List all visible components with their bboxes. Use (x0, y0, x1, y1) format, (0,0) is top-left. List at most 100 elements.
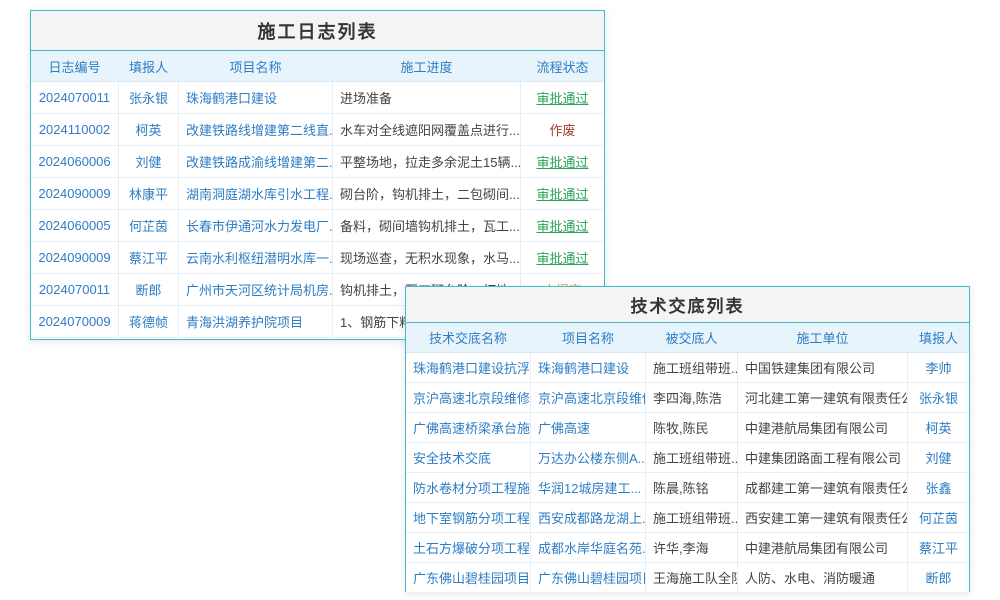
reporter-link[interactable]: 蔡江平 (907, 533, 969, 562)
disclosed-person-text: 李四海,陈浩 (645, 383, 737, 412)
project-name-link[interactable]: 成都水岸华庭名苑... (530, 533, 645, 562)
project-name-link[interactable]: 云南水利枢纽潜明水库一... (178, 242, 332, 273)
progress-text: 平整场地，拉走多余泥土15辆... (332, 146, 520, 177)
table-row: 2024090009 林康平 湖南洞庭湖水库引水工程... 砌台阶，钩机排土，二… (31, 178, 604, 210)
col-header-construction-unit: 施工单位 (737, 323, 907, 352)
reporter-link[interactable]: 张鑫 (907, 473, 969, 502)
project-name-link[interactable]: 广东佛山碧桂园项目 (530, 563, 645, 592)
reporter-link[interactable]: 林康平 (118, 178, 178, 209)
table-row: 土石方爆破分项工程... 成都水岸华庭名苑... 许华,李海 中建港航局集团有限… (406, 533, 969, 563)
col-header-disclosed-person: 被交底人 (645, 323, 737, 352)
reporter-link[interactable]: 断郎 (118, 274, 178, 305)
construction-unit-text: 西安建工第一建筑有限责任公司 (737, 503, 907, 532)
construction-unit-text: 中建集团路面工程有限公司 (737, 443, 907, 472)
reporter-link[interactable]: 断郎 (907, 563, 969, 592)
log-id-link[interactable]: 2024070009 (31, 306, 118, 337)
project-name-link[interactable]: 广佛高速 (530, 413, 645, 442)
log-id-link[interactable]: 2024070011 (31, 274, 118, 305)
construction-unit-text: 中建港航局集团有限公司 (737, 533, 907, 562)
construction-unit-text: 成都建工第一建筑有限责任公司 (737, 473, 907, 502)
reporter-link[interactable]: 蒋德帧 (118, 306, 178, 337)
col-header-reporter: 填报人 (907, 323, 969, 352)
disclosure-name-link[interactable]: 京沪高速北京段维修... (406, 383, 530, 412)
reporter-link[interactable]: 柯英 (118, 114, 178, 145)
disclosed-person-text: 施工班组带班... (645, 503, 737, 532)
table-row: 防水卷材分项工程施... 华润12城房建工... 陈晨,陈铭 成都建工第一建筑有… (406, 473, 969, 503)
reporter-link[interactable]: 柯英 (907, 413, 969, 442)
table-row: 2024110002 柯英 改建铁路线增建第二线直... 水车对全线遮阳网覆盖点… (31, 114, 604, 146)
log-id-link[interactable]: 2024110002 (31, 114, 118, 145)
table-header-row: 技术交底名称 项目名称 被交底人 施工单位 填报人 (406, 323, 969, 353)
table-row: 安全技术交底 万达办公楼东侧A... 施工班组带班... 中建集团路面工程有限公… (406, 443, 969, 473)
disclosure-name-link[interactable]: 防水卷材分项工程施... (406, 473, 530, 502)
log-id-link[interactable]: 2024090009 (31, 242, 118, 273)
tech-disclosure-panel: 技术交底列表 技术交底名称 项目名称 被交底人 施工单位 填报人 珠海鹤港口建设… (405, 286, 970, 592)
reporter-link[interactable]: 何芷茵 (118, 210, 178, 241)
disclosure-name-link[interactable]: 安全技术交底 (406, 443, 530, 472)
status-text: 作废 (520, 114, 604, 145)
project-name-link[interactable]: 华润12城房建工... (530, 473, 645, 502)
col-header-status: 流程状态 (520, 51, 604, 81)
table-header-row: 日志编号 填报人 项目名称 施工进度 流程状态 (31, 51, 604, 82)
log-id-link[interactable]: 2024070011 (31, 82, 118, 113)
project-name-link[interactable]: 改建铁路成渝线增建第二... (178, 146, 332, 177)
reporter-link[interactable]: 刘健 (118, 146, 178, 177)
project-name-link[interactable]: 长春市伊通河水力发电厂... (178, 210, 332, 241)
table-row: 广佛高速桥梁承台施... 广佛高速 陈牧,陈民 中建港航局集团有限公司 柯英 (406, 413, 969, 443)
log-id-link[interactable]: 2024090009 (31, 178, 118, 209)
progress-text: 砌台阶，钩机排土，二包砌间... (332, 178, 520, 209)
log-id-link[interactable]: 2024060006 (31, 146, 118, 177)
disclosed-person-text: 陈牧,陈民 (645, 413, 737, 442)
disclosure-name-link[interactable]: 地下室钢筋分项工程... (406, 503, 530, 532)
disclosed-person-text: 施工班组带班... (645, 353, 737, 382)
col-header-project: 项目名称 (530, 323, 645, 352)
construction-unit-text: 中建港航局集团有限公司 (737, 413, 907, 442)
reporter-link[interactable]: 蔡江平 (118, 242, 178, 273)
table-row: 广东佛山碧桂园项目... 广东佛山碧桂园项目 王海施工队全队... 人防、水电、… (406, 563, 969, 593)
project-name-link[interactable]: 广州市天河区统计局机房... (178, 274, 332, 305)
disclosure-name-link[interactable]: 广佛高速桥梁承台施... (406, 413, 530, 442)
col-header-log-id: 日志编号 (31, 51, 118, 81)
project-name-link[interactable]: 改建铁路线增建第二线直... (178, 114, 332, 145)
table-row: 珠海鹤港口建设抗浮... 珠海鹤港口建设 施工班组带班... 中国铁建集团有限公… (406, 353, 969, 383)
table-row: 地下室钢筋分项工程... 西安成都路龙湖上... 施工班组带班... 西安建工第… (406, 503, 969, 533)
disclosure-name-link[interactable]: 广东佛山碧桂园项目... (406, 563, 530, 592)
disclosed-person-text: 施工班组带班... (645, 443, 737, 472)
table-row: 京沪高速北京段维修... 京沪高速北京段维修 李四海,陈浩 河北建工第一建筑有限… (406, 383, 969, 413)
project-name-link[interactable]: 西安成都路龙湖上... (530, 503, 645, 532)
status-text: 审批通过 (520, 82, 604, 113)
progress-text: 水车对全线遮阳网覆盖点进行... (332, 114, 520, 145)
progress-text: 现场巡查，无积水现象，水马... (332, 242, 520, 273)
project-name-link[interactable]: 珠海鹤港口建设 (178, 82, 332, 113)
reporter-link[interactable]: 张永银 (907, 383, 969, 412)
col-header-progress: 施工进度 (332, 51, 520, 81)
reporter-link[interactable]: 何芷茵 (907, 503, 969, 532)
table-row: 2024090009 蔡江平 云南水利枢纽潜明水库一... 现场巡查，无积水现象… (31, 242, 604, 274)
col-header-disclosure-name: 技术交底名称 (406, 323, 530, 352)
disclosed-person-text: 许华,李海 (645, 533, 737, 562)
project-name-link[interactable]: 珠海鹤港口建设 (530, 353, 645, 382)
col-header-reporter: 填报人 (118, 51, 178, 81)
log-id-link[interactable]: 2024060005 (31, 210, 118, 241)
panel-title: 施工日志列表 (31, 11, 604, 51)
table-row: 2024060005 何芷茵 长春市伊通河水力发电厂... 备料，砌间墙钩机排土… (31, 210, 604, 242)
progress-text: 进场准备 (332, 82, 520, 113)
status-text: 审批通过 (520, 146, 604, 177)
progress-text: 备料，砌间墙钩机排土，瓦工... (332, 210, 520, 241)
reporter-link[interactable]: 张永银 (118, 82, 178, 113)
project-name-link[interactable]: 湖南洞庭湖水库引水工程... (178, 178, 332, 209)
status-text: 审批通过 (520, 210, 604, 241)
disclosed-person-text: 陈晨,陈铭 (645, 473, 737, 502)
status-text: 审批通过 (520, 242, 604, 273)
project-name-link[interactable]: 京沪高速北京段维修 (530, 383, 645, 412)
col-header-project: 项目名称 (178, 51, 332, 81)
panel-title: 技术交底列表 (406, 287, 969, 323)
table-row: 2024070011 张永银 珠海鹤港口建设 进场准备 审批通过 (31, 82, 604, 114)
reporter-link[interactable]: 刘健 (907, 443, 969, 472)
project-name-link[interactable]: 青海洪湖养护院项目 (178, 306, 332, 337)
disclosure-name-link[interactable]: 土石方爆破分项工程... (406, 533, 530, 562)
construction-unit-text: 河北建工第一建筑有限责任公司 (737, 383, 907, 412)
project-name-link[interactable]: 万达办公楼东侧A... (530, 443, 645, 472)
reporter-link[interactable]: 李帅 (907, 353, 969, 382)
disclosure-name-link[interactable]: 珠海鹤港口建设抗浮... (406, 353, 530, 382)
